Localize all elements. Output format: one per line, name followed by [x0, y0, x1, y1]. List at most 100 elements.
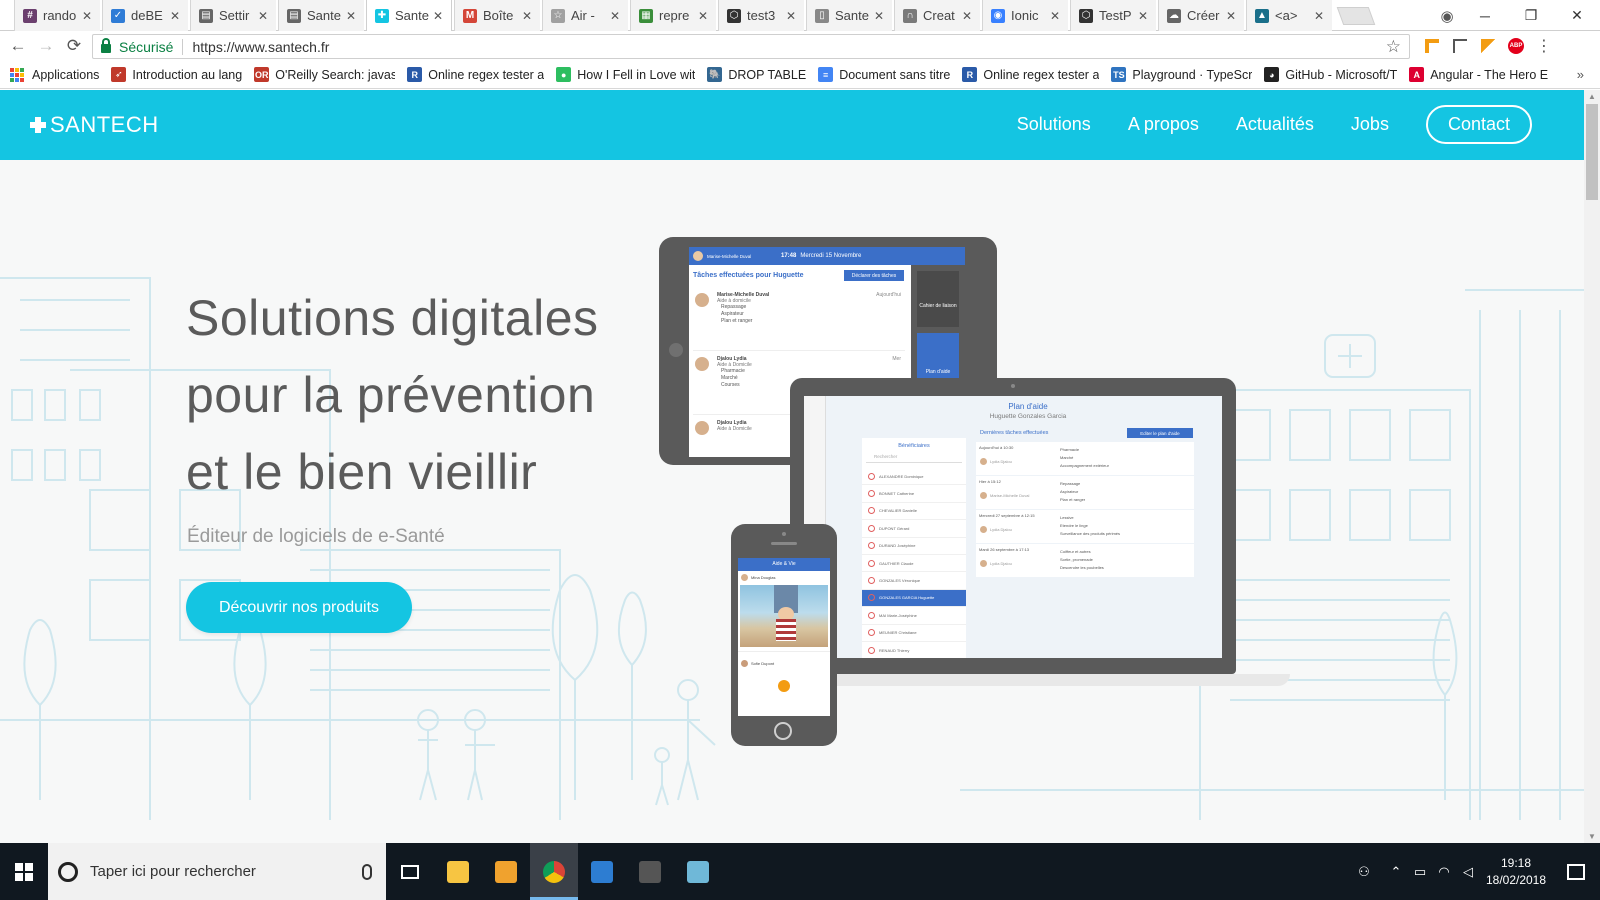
beneficiary-search-input[interactable]: Rechercher — [866, 454, 962, 463]
tab-close-icon[interactable]: ✕ — [1314, 9, 1324, 23]
taskbar-app-git[interactable] — [482, 843, 530, 900]
tab-close-icon[interactable]: ✕ — [962, 9, 972, 23]
restore-button[interactable]: ❐ — [1508, 7, 1554, 24]
bookmark-item[interactable]: R Online regex tester a — [407, 67, 544, 82]
action-center-button[interactable] — [1552, 863, 1600, 880]
tab-close-icon[interactable]: ✕ — [874, 9, 884, 23]
browser-menu-icon[interactable]: ⋮ — [1530, 31, 1558, 61]
tab-close-icon[interactable]: ✕ — [258, 9, 268, 23]
page-scrollbar[interactable]: ▲ ▼ — [1584, 90, 1600, 843]
wifi-icon[interactable]: ◠ — [1432, 864, 1456, 880]
tab-close-icon[interactable]: ✕ — [786, 9, 796, 23]
nav-link[interactable]: Jobs — [1351, 114, 1389, 135]
browser-tab[interactable]: ◉ Ionic ✕ — [982, 0, 1068, 31]
bookmark-item[interactable]: 🐘 DROP TABLE — [707, 67, 806, 82]
browser-tab[interactable]: ∩ Creat ✕ — [894, 0, 980, 31]
edit-care-plan-button[interactable]: Editer le plan d'aide — [1127, 428, 1193, 438]
beneficiary-item[interactable]: MEUNIER Christiane — [862, 625, 966, 642]
bookmark-item[interactable]: TS Playground · TypeScr — [1111, 67, 1252, 82]
volume-icon[interactable]: ◁ — [1456, 864, 1480, 880]
beneficiary-item[interactable]: CHEVALIER Danielle — [862, 503, 966, 521]
beneficiary-item[interactable]: DURAND Joséphine — [862, 538, 966, 555]
bookmark-item[interactable]: Applications — [10, 67, 99, 82]
tab-close-icon[interactable]: ✕ — [346, 9, 356, 23]
browser-tab[interactable]: ✓ deBE ✕ — [102, 0, 188, 31]
tab-close-icon[interactable]: ✕ — [82, 9, 92, 23]
browser-tab[interactable]: ▤ Settir ✕ — [190, 0, 276, 31]
nav-link[interactable]: Actualités — [1236, 114, 1314, 135]
extension-bookmark-icon[interactable] — [1418, 31, 1446, 61]
browser-tab[interactable]: # rando ✕ — [14, 0, 100, 31]
bookmark-item[interactable]: OR O'Reilly Search: javas — [254, 67, 395, 82]
battery-icon[interactable]: ▭ — [1408, 864, 1432, 880]
taskbar-app-vscode[interactable] — [578, 843, 626, 900]
beneficiary-item[interactable]: GONZALES GARCIA Huguette — [862, 589, 966, 608]
tab-close-icon[interactable]: ✕ — [1226, 9, 1236, 23]
taskbar-clock[interactable]: 19:18 18/02/2018 — [1480, 855, 1552, 889]
scroll-up-icon[interactable]: ▲ — [1584, 92, 1600, 101]
taskbar-app-terminal[interactable] — [626, 843, 674, 900]
back-arrow-icon[interactable]: ← — [4, 36, 32, 56]
tab-close-icon[interactable]: ✕ — [610, 9, 620, 23]
santech-logo[interactable]: SANTECH — [30, 112, 159, 138]
tab-close-icon[interactable]: ✕ — [522, 9, 532, 23]
declare-tasks-button[interactable]: Déclarer des tâches — [844, 270, 904, 281]
bookmark-star-icon[interactable]: ☆ — [1386, 37, 1401, 57]
url-text[interactable]: https://www.santech.fr — [192, 39, 329, 55]
taskbar-app-file-explorer[interactable] — [434, 843, 482, 900]
tab-close-icon[interactable]: ✕ — [698, 9, 708, 23]
tab-close-icon[interactable]: ✕ — [170, 9, 180, 23]
start-button[interactable] — [0, 843, 48, 900]
adblock-icon[interactable]: ABP — [1502, 31, 1530, 61]
browser-tab[interactable]: ☁ Créer ✕ — [1158, 0, 1244, 31]
scroll-down-icon[interactable]: ▼ — [1584, 832, 1600, 841]
extension-pen-icon[interactable] — [1474, 31, 1502, 61]
minimize-button[interactable]: ─ — [1462, 8, 1508, 24]
beneficiary-item[interactable]: GONZALES Véronique — [862, 572, 966, 590]
browser-tab[interactable]: ▲ <a> ✕ — [1246, 0, 1332, 31]
profile-icon[interactable]: ◉ — [1432, 7, 1462, 25]
microphone-icon[interactable] — [362, 863, 372, 880]
beneficiary-item[interactable]: ALEXANDRE Dominique — [862, 468, 966, 486]
browser-tab[interactable]: ☆ Air - ✕ — [542, 0, 628, 31]
reload-icon[interactable]: ⟳ — [60, 36, 88, 56]
discover-products-button[interactable]: Découvrir nos produits — [186, 582, 412, 633]
bookmark-item[interactable]: ≡ Document sans titre — [818, 67, 950, 82]
people-icon[interactable]: ⚇ — [1352, 864, 1376, 880]
bookmark-item[interactable]: ● How I Fell in Love wit — [556, 67, 695, 82]
browser-tab[interactable]: ⬡ TestP ✕ — [1070, 0, 1156, 31]
tab-close-icon[interactable]: ✕ — [1138, 9, 1148, 23]
browser-tab[interactable]: ▯ Sante ✕ — [806, 0, 892, 31]
tab-close-icon[interactable]: ✕ — [1050, 9, 1060, 23]
browser-tab[interactable]: ⬡ test3 ✕ — [718, 0, 804, 31]
beneficiary-item[interactable]: RENAUD Thierry — [862, 642, 966, 658]
taskbar-app-chrome[interactable] — [530, 843, 578, 900]
forward-arrow-icon[interactable]: → — [32, 36, 60, 56]
tab-close-icon[interactable]: ✕ — [433, 9, 443, 23]
browser-tab[interactable]: ▦ repre ✕ — [630, 0, 716, 31]
browser-tab[interactable]: ▤ Sante ✕ — [278, 0, 364, 31]
bookmark-item[interactable]: A Angular - The Hero E — [1409, 67, 1548, 82]
task-view-button[interactable] — [386, 843, 434, 900]
scroll-thumb[interactable] — [1586, 104, 1598, 200]
contact-button[interactable]: Contact — [1425, 105, 1532, 144]
nav-link[interactable]: A propos — [1128, 114, 1199, 135]
close-window-button[interactable]: ✕ — [1554, 7, 1600, 24]
bookmarks-overflow-icon[interactable]: » — [1577, 67, 1584, 82]
extension-page-icon[interactable] — [1446, 31, 1474, 61]
beneficiary-item[interactable]: DUPONT Gérard — [862, 520, 966, 538]
taskbar-search[interactable]: Taper ici pour rechercher — [48, 843, 386, 900]
beneficiary-item[interactable]: BONNET Catherine — [862, 485, 966, 503]
liaison-book-button[interactable]: Cahier de liaison — [917, 271, 959, 327]
nav-link[interactable]: Solutions — [1017, 114, 1091, 135]
browser-tab[interactable]: ✚ Sante ✕ — [366, 0, 452, 31]
bookmark-item[interactable]: ➶ Introduction au lang — [111, 67, 242, 82]
bookmark-item[interactable]: ◕ GitHub - Microsoft/T — [1264, 67, 1397, 82]
address-bar[interactable]: Sécurisé https://www.santech.fr ☆ — [92, 34, 1410, 59]
browser-tab[interactable]: M Boîte ✕ — [454, 0, 540, 31]
beneficiary-item[interactable]: GAUTHIER Claude — [862, 555, 966, 573]
beneficiary-item[interactable]: MAI Marie-Joséphine — [862, 607, 966, 625]
bookmark-item[interactable]: R Online regex tester a — [962, 67, 1099, 82]
phone-fab-button[interactable] — [778, 680, 790, 692]
new-tab-button[interactable] — [1336, 7, 1376, 25]
